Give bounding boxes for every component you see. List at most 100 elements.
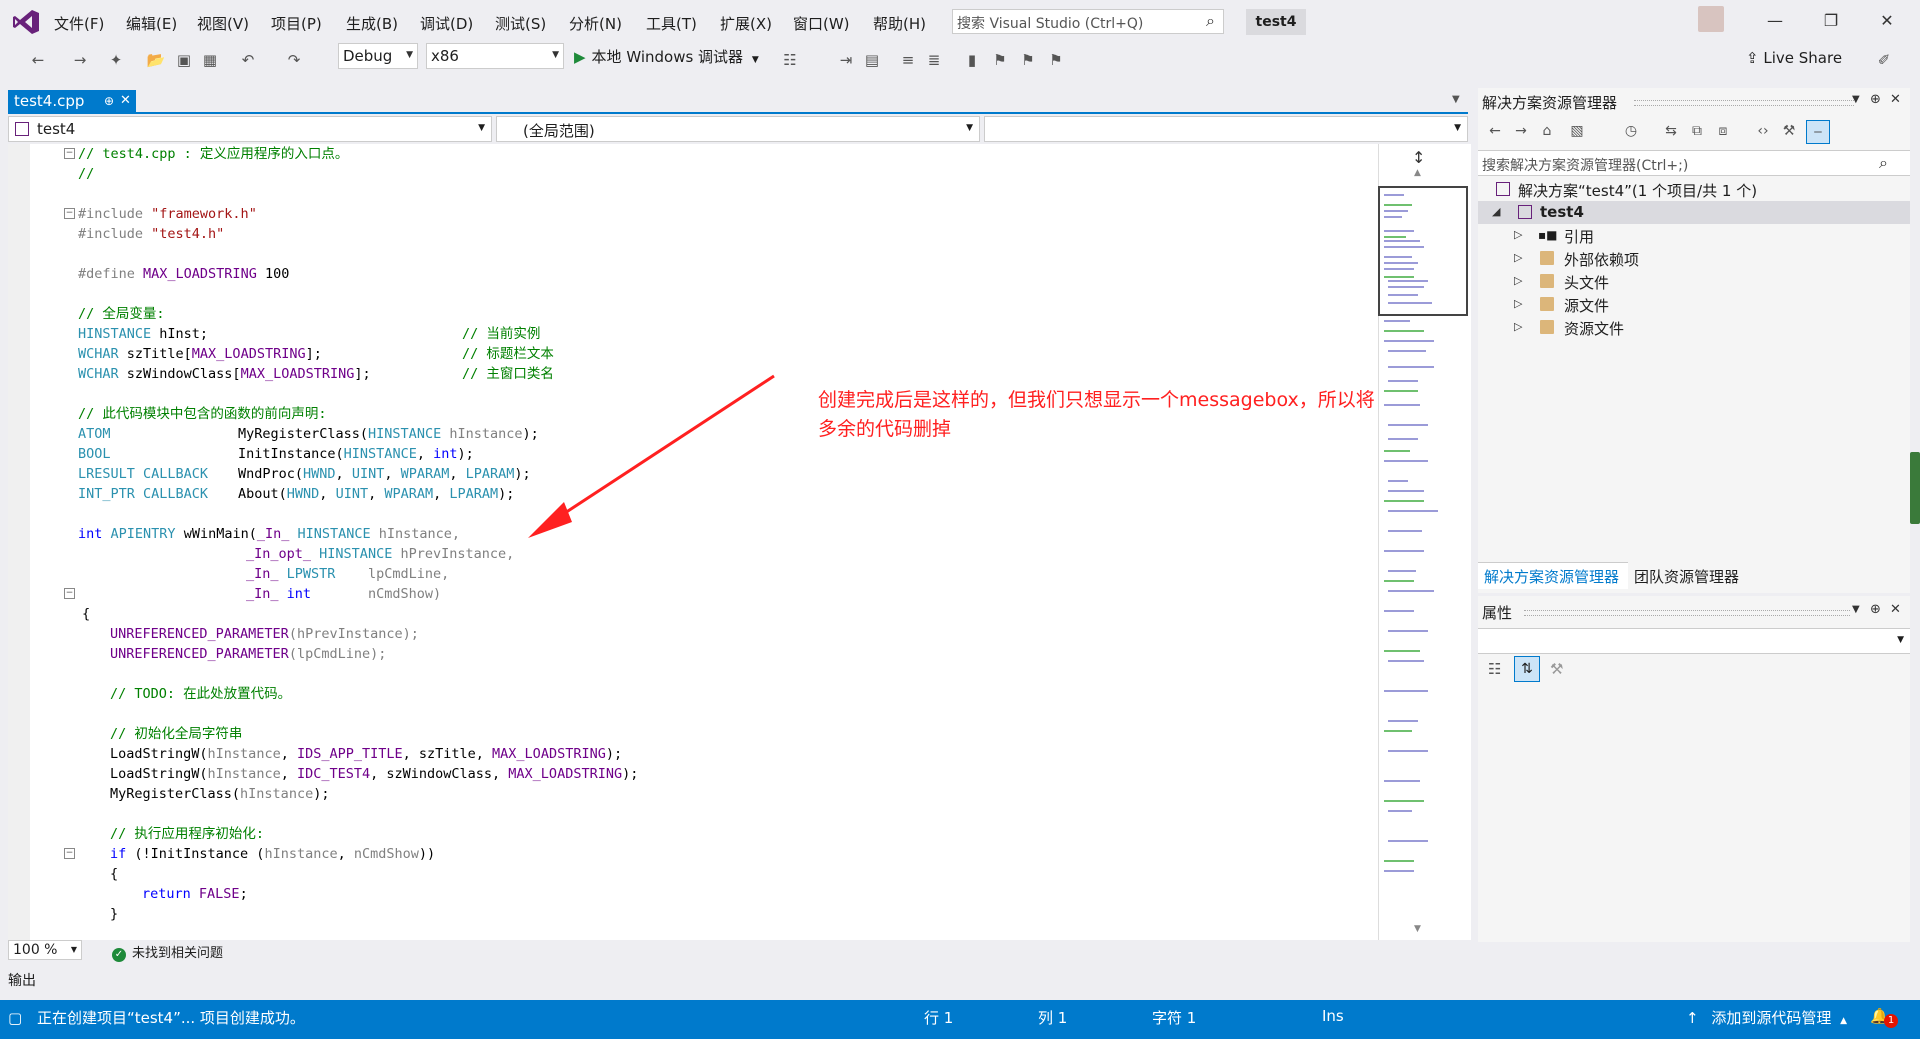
menu-help[interactable]: 帮助(H) — [873, 13, 926, 34]
pin-icon[interactable]: ⊕ — [1870, 602, 1881, 617]
open-file-icon[interactable]: 📂 — [146, 50, 166, 70]
menu-file[interactable]: 文件(F) — [54, 13, 104, 34]
code-line[interactable]: #define MAX_LOADSTRING 100 — [78, 264, 289, 284]
code-line[interactable]: // 执行应用程序初始化: — [110, 824, 264, 844]
code-line[interactable]: { — [82, 604, 90, 624]
code-line[interactable]: UNREFERENCED_PARAMETER(hPrevInstance); — [110, 624, 419, 644]
save-all-icon[interactable]: ▦ — [200, 50, 220, 70]
scrollbar-thumb[interactable] — [1910, 452, 1920, 524]
forward-icon[interactable]: → — [70, 50, 90, 70]
code-line[interactable]: // 初始化全局字符串 — [110, 724, 242, 744]
code-line[interactable]: MyRegisterClass(HINSTANCE hInstance); — [238, 424, 539, 444]
config-select[interactable]: Debug ▼ — [338, 43, 418, 69]
show-all-files-icon[interactable]: ⧈ — [1712, 120, 1734, 142]
new-project-icon[interactable]: ✦ — [106, 50, 126, 70]
menu-analyze[interactable]: 分析(N) — [569, 13, 622, 34]
solution-search-input[interactable]: 搜索解决方案资源管理器(Ctrl+;) ⌕ — [1478, 150, 1910, 176]
tree-item-references[interactable]: ▷ ▪■ 引用 — [1478, 224, 1910, 247]
code-line[interactable]: // TODO: 在此处放置代码。 — [110, 684, 291, 704]
visual-studio-logo-icon[interactable] — [12, 9, 40, 35]
close-panel-icon[interactable]: ✕ — [1890, 92, 1901, 107]
fold-toggle-icon[interactable]: − — [64, 148, 75, 159]
menu-build[interactable]: 生成(B) — [346, 13, 398, 34]
menu-view[interactable]: 视图(V) — [197, 13, 249, 34]
code-line[interactable]: HINSTANCE hInst; — [78, 324, 208, 344]
code-line[interactable]: WndProc(HWND, UINT, WPARAM, LPARAM); — [238, 464, 531, 484]
code-line[interactable]: INT_PTR CALLBACK — [78, 484, 208, 504]
menu-tools[interactable]: 工具(T) — [646, 13, 697, 34]
tree-item-project[interactable]: ◢ test4 — [1478, 201, 1910, 224]
scroll-down-icon[interactable]: ▼ — [1414, 924, 1421, 934]
menu-debug[interactable]: 调试(D) — [420, 13, 473, 34]
switch-views-icon[interactable]: ▧ — [1566, 120, 1588, 142]
code-line[interactable]: LoadStringW(hInstance, IDS_APP_TITLE, sz… — [110, 744, 622, 764]
forward-icon[interactable]: → — [1510, 120, 1532, 142]
hex-icon[interactable]: ▤ — [862, 50, 882, 70]
uncomment-icon[interactable]: ≣ — [924, 50, 944, 70]
categorized-icon[interactable]: ☷ — [1488, 660, 1501, 678]
scroll-up-icon[interactable]: ▲ — [1414, 168, 1421, 178]
save-icon[interactable]: ▣ — [174, 50, 194, 70]
fold-toggle-icon[interactable]: − — [64, 588, 75, 599]
code-line[interactable]: _In_opt_ HINSTANCE hPrevInstance, — [246, 544, 514, 564]
split-editor-icon[interactable]: ↕ — [1412, 148, 1425, 167]
panel-menu-chevron-icon[interactable]: ▼ — [1852, 94, 1860, 105]
menu-window[interactable]: 窗口(W) — [793, 13, 850, 34]
step-icon[interactable]: ⇥ — [836, 50, 856, 70]
collapse-all-icon[interactable]: ⧉ — [1686, 120, 1708, 142]
tab-team-explorer[interactable]: 团队资源管理器 — [1634, 566, 1739, 587]
status-column[interactable]: 列 1 — [1038, 1007, 1067, 1028]
properties-object-select[interactable]: ▼ — [1478, 628, 1910, 654]
back-icon[interactable]: ← — [28, 50, 48, 70]
menu-project[interactable]: 项目(P) — [271, 13, 322, 34]
code-line[interactable]: int APIENTRY wWinMain(_In_ HINSTANCE hIn… — [78, 524, 460, 544]
back-icon[interactable]: ← — [1484, 120, 1506, 142]
status-ins[interactable]: Ins — [1322, 1007, 1344, 1025]
nav-member-select[interactable]: ▼ — [984, 116, 1468, 142]
tree-item-resource-files[interactable]: ▷ 资源文件 — [1478, 316, 1910, 339]
tree-item-header-files[interactable]: ▷ 头文件 — [1478, 270, 1910, 293]
feedback-icon[interactable]: ✐ — [1874, 50, 1894, 70]
home-icon[interactable]: ⌂ — [1536, 120, 1558, 142]
prev-bookmark-icon[interactable]: ⚑ — [990, 50, 1010, 70]
code-line[interactable]: About(HWND, UINT, WPARAM, LPARAM); — [238, 484, 514, 504]
code-line[interactable]: MyRegisterClass(hInstance); — [110, 784, 329, 804]
status-line[interactable]: 行 1 — [924, 1007, 953, 1028]
browser-link-icon[interactable]: ☷ — [780, 50, 800, 70]
next-bookmark-icon[interactable]: ⚑ — [1018, 50, 1038, 70]
code-line[interactable]: ATOM — [78, 424, 111, 444]
tree-item-external-dependencies[interactable]: ▷ 外部依赖项 — [1478, 247, 1910, 270]
sync-icon[interactable]: ⇆ — [1660, 120, 1682, 142]
redo-icon[interactable]: ↷ — [284, 50, 304, 70]
code-line[interactable]: { — [110, 864, 118, 884]
output-panel-label[interactable]: 输出 — [8, 970, 36, 990]
minimap-viewport[interactable] — [1378, 186, 1468, 316]
preview-icon[interactable]: ‒ — [1806, 120, 1830, 144]
panel-menu-chevron-icon[interactable]: ▼ — [1852, 604, 1860, 615]
live-share-button[interactable]: ⇪ Live Share — [1746, 49, 1842, 67]
restore-icon[interactable]: ❐ — [1808, 6, 1854, 36]
alphabetical-icon[interactable]: ⇅ — [1514, 656, 1540, 682]
bookmark-icon[interactable]: ▮ — [962, 50, 982, 70]
code-line[interactable]: WCHAR szTitle[MAX_LOADSTRING]; — [78, 344, 322, 364]
pending-changes-icon[interactable]: ◷ — [1620, 120, 1642, 142]
pin-icon[interactable]: ⊕ — [104, 94, 114, 108]
tree-item-solution[interactable]: 解决方案“test4”(1 个项目/共 1 个) — [1478, 178, 1910, 201]
code-line[interactable]: #include "test4.h" — [78, 224, 224, 244]
tree-item-source-files[interactable]: ▷ 源文件 — [1478, 293, 1910, 316]
code-line[interactable]: } — [110, 904, 118, 924]
code-line[interactable]: // — [78, 164, 94, 184]
close-icon[interactable]: ✕ — [1864, 6, 1910, 36]
menu-edit[interactable]: 编辑(E) — [126, 13, 177, 34]
properties-wrench-icon[interactable]: ⚒ — [1778, 120, 1800, 142]
issues-indicator[interactable]: ✓ 未找到相关问题 — [112, 942, 223, 962]
menu-test[interactable]: 测试(S) — [495, 13, 546, 34]
tab-test4-cpp[interactable]: test4.cpp ⊕ ✕ — [8, 90, 136, 112]
close-tab-icon[interactable]: ✕ — [120, 93, 131, 108]
minimize-icon[interactable]: — — [1752, 6, 1798, 36]
pin-icon[interactable]: ⊕ — [1870, 92, 1881, 107]
property-pages-wrench-icon[interactable]: ⚒ — [1550, 660, 1563, 678]
close-panel-icon[interactable]: ✕ — [1890, 602, 1901, 617]
code-line[interactable]: _In_ LPWSTR lpCmdLine, — [246, 564, 449, 584]
code-line[interactable]: WCHAR szWindowClass[MAX_LOADSTRING]; — [78, 364, 371, 384]
